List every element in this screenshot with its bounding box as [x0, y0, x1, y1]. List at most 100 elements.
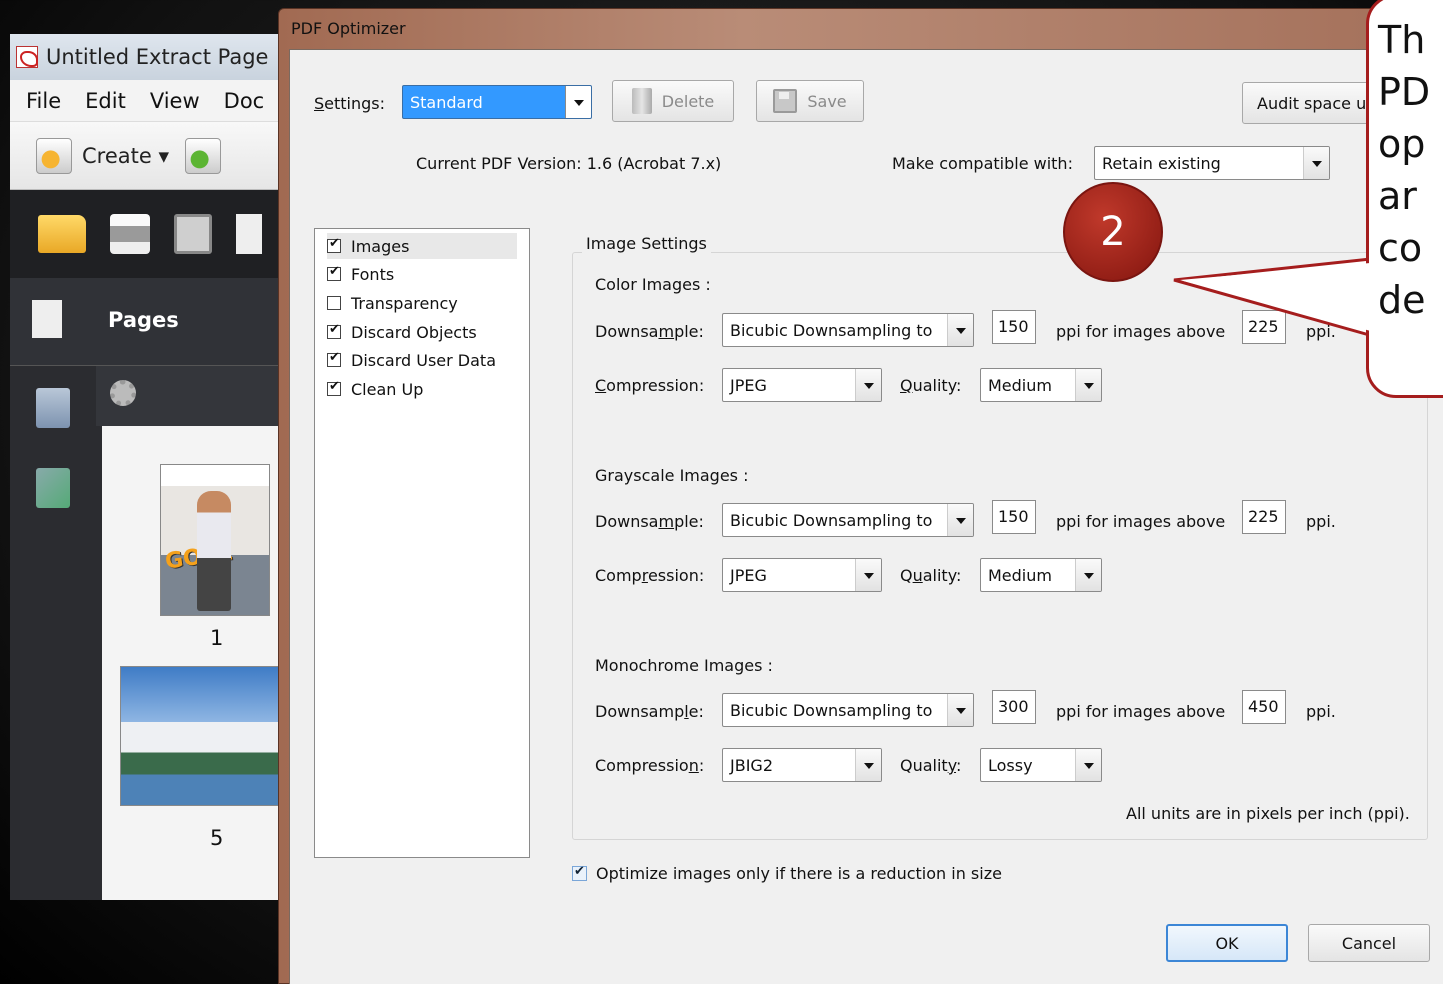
- acrobat-file-toolbar: [10, 190, 290, 278]
- grayscale-ppi-input[interactable]: 150: [992, 500, 1036, 534]
- ok-button-label: OK: [1215, 933, 1239, 953]
- callout-line: co: [1378, 226, 1423, 270]
- callout-pointer-mask: [1180, 262, 1380, 334]
- monochrome-quality-select[interactable]: Lossy: [980, 748, 1102, 782]
- monochrome-images-title: Monochrome Images :: [595, 656, 773, 675]
- grayscale-above-label: ppi for images above: [1056, 512, 1226, 531]
- bookmarks-icon[interactable]: [36, 388, 70, 428]
- chevron-down-icon: [1075, 369, 1101, 401]
- acrobat-window-title: Untitled Extract Page: [46, 45, 269, 69]
- monochrome-compression-select[interactable]: JBIG2: [722, 748, 882, 782]
- grayscale-quality-value: Medium: [988, 566, 1052, 585]
- chevron-down-icon: [565, 86, 591, 118]
- grayscale-compression-select[interactable]: JPEG: [722, 558, 882, 592]
- document-icon[interactable]: [236, 214, 262, 254]
- create-button[interactable]: Create ▾: [82, 144, 169, 168]
- grayscale-ppi-unit: ppi.: [1306, 512, 1336, 531]
- optimizer-panel-list: Images Fonts Transparency Discard Object…: [314, 228, 530, 858]
- page-thumbnails-panel: 1 5: [96, 366, 290, 900]
- delete-button-label: Delete: [661, 91, 715, 111]
- pages-panel-title: Pages: [108, 308, 179, 332]
- save-icon[interactable]: [174, 214, 212, 254]
- acrobat-title-bar: Untitled Extract Page: [10, 34, 290, 80]
- callout-line: PD: [1378, 70, 1431, 114]
- settings-select[interactable]: Standard: [402, 85, 592, 119]
- panel-item-transparency[interactable]: Transparency: [327, 290, 517, 316]
- panel-item-discard-objects[interactable]: Discard Objects: [327, 319, 517, 345]
- monochrome-downsample-value: Bicubic Downsampling to: [730, 701, 933, 720]
- page-thumbnail-5[interactable]: [120, 666, 290, 806]
- chevron-down-icon: [1075, 749, 1101, 781]
- make-compatible-label: Make compatible with:: [892, 154, 1073, 173]
- panel-item-label: Transparency: [351, 293, 458, 313]
- delete-button[interactable]: Delete: [612, 80, 734, 122]
- panel-item-label: Images: [351, 236, 410, 256]
- grayscale-downsample-select[interactable]: Bicubic Downsampling to: [722, 503, 974, 537]
- clean-up-checkbox[interactable]: [327, 379, 341, 396]
- optimize-only-checkbox[interactable]: [572, 864, 587, 881]
- chevron-down-icon: [947, 694, 973, 726]
- settings-label: Settings:: [314, 94, 386, 113]
- color-images-title: Color Images :: [595, 275, 711, 294]
- make-compatible-select[interactable]: Retain existing: [1094, 146, 1330, 180]
- monochrome-downsample-select[interactable]: Bicubic Downsampling to: [722, 693, 974, 727]
- signatures-icon[interactable]: [36, 468, 70, 508]
- page-number-5: 5: [210, 826, 224, 850]
- discard-objects-checkbox[interactable]: [327, 322, 341, 339]
- panel-item-images[interactable]: Images: [327, 233, 517, 259]
- panel-item-fonts[interactable]: Fonts: [327, 261, 517, 287]
- grayscale-compression-value: JPEG: [730, 566, 767, 585]
- make-compatible-value: Retain existing: [1102, 154, 1221, 173]
- combine-icon[interactable]: [185, 137, 221, 174]
- menu-edit[interactable]: Edit: [85, 89, 126, 113]
- panel-item-label: Fonts: [351, 264, 395, 284]
- chevron-down-icon: [947, 314, 973, 346]
- panel-item-discard-user-data[interactable]: Discard User Data: [327, 347, 517, 373]
- create-icon[interactable]: [36, 137, 72, 174]
- dialog-title: PDF Optimizer: [291, 19, 406, 38]
- gear-icon[interactable]: [110, 380, 136, 406]
- grayscale-compression-label: Compression:: [595, 566, 705, 585]
- grayscale-quality-label: Quality:: [900, 566, 962, 585]
- page-thumbnail-1[interactable]: [160, 464, 270, 616]
- color-quality-value: Medium: [988, 376, 1052, 395]
- panel-item-label: Discard Objects: [351, 322, 477, 342]
- panel-item-clean-up[interactable]: Clean Up: [327, 376, 517, 402]
- menu-view[interactable]: View: [150, 89, 200, 113]
- chevron-down-icon: [947, 504, 973, 536]
- fonts-checkbox[interactable]: [327, 264, 341, 281]
- callout-line: de: [1378, 278, 1426, 322]
- grayscale-quality-select[interactable]: Medium: [980, 558, 1102, 592]
- chevron-down-icon: [1303, 147, 1329, 179]
- monochrome-quality-value: Lossy: [988, 756, 1033, 775]
- audit-space-button[interactable]: Audit space u: [1242, 82, 1382, 124]
- open-folder-icon[interactable]: [38, 215, 86, 253]
- ok-button[interactable]: OK: [1166, 924, 1288, 962]
- save-button[interactable]: Save: [756, 80, 864, 122]
- discard-user-data-checkbox[interactable]: [327, 350, 341, 367]
- color-compression-label: Compression:: [595, 376, 705, 395]
- monochrome-quality-label: Quality:: [900, 756, 962, 775]
- print-icon[interactable]: [110, 214, 150, 254]
- cancel-button-label: Cancel: [1341, 933, 1397, 953]
- acrobat-menu-bar: File Edit View Doc: [10, 80, 290, 122]
- callout-text: Th PD op ar co de: [1378, 14, 1430, 326]
- menu-file[interactable]: File: [26, 89, 61, 113]
- optimize-only-label: Optimize images only if there is a reduc…: [596, 864, 1002, 883]
- monochrome-ppi-input[interactable]: 300: [992, 690, 1036, 724]
- monochrome-above-ppi-input[interactable]: 450: [1242, 690, 1286, 724]
- grayscale-above-ppi-input[interactable]: 225: [1242, 500, 1286, 534]
- color-downsample-select[interactable]: Bicubic Downsampling to: [722, 313, 974, 347]
- dialog-body: Settings: Standard Delete Save Audit spa…: [289, 49, 1443, 984]
- step-number-badge: 2: [1063, 182, 1163, 282]
- color-compression-value: JPEG: [730, 376, 767, 395]
- audit-space-label: Audit space u: [1257, 93, 1367, 113]
- color-ppi-input[interactable]: 150: [992, 310, 1036, 344]
- transparency-checkbox[interactable]: [327, 296, 341, 310]
- color-quality-select[interactable]: Medium: [980, 368, 1102, 402]
- menu-document[interactable]: Doc: [224, 89, 265, 113]
- color-compression-select[interactable]: JPEG: [722, 368, 882, 402]
- cancel-button[interactable]: Cancel: [1308, 924, 1430, 962]
- thumbnail-list: 1 5: [102, 426, 290, 900]
- images-checkbox[interactable]: [327, 236, 341, 253]
